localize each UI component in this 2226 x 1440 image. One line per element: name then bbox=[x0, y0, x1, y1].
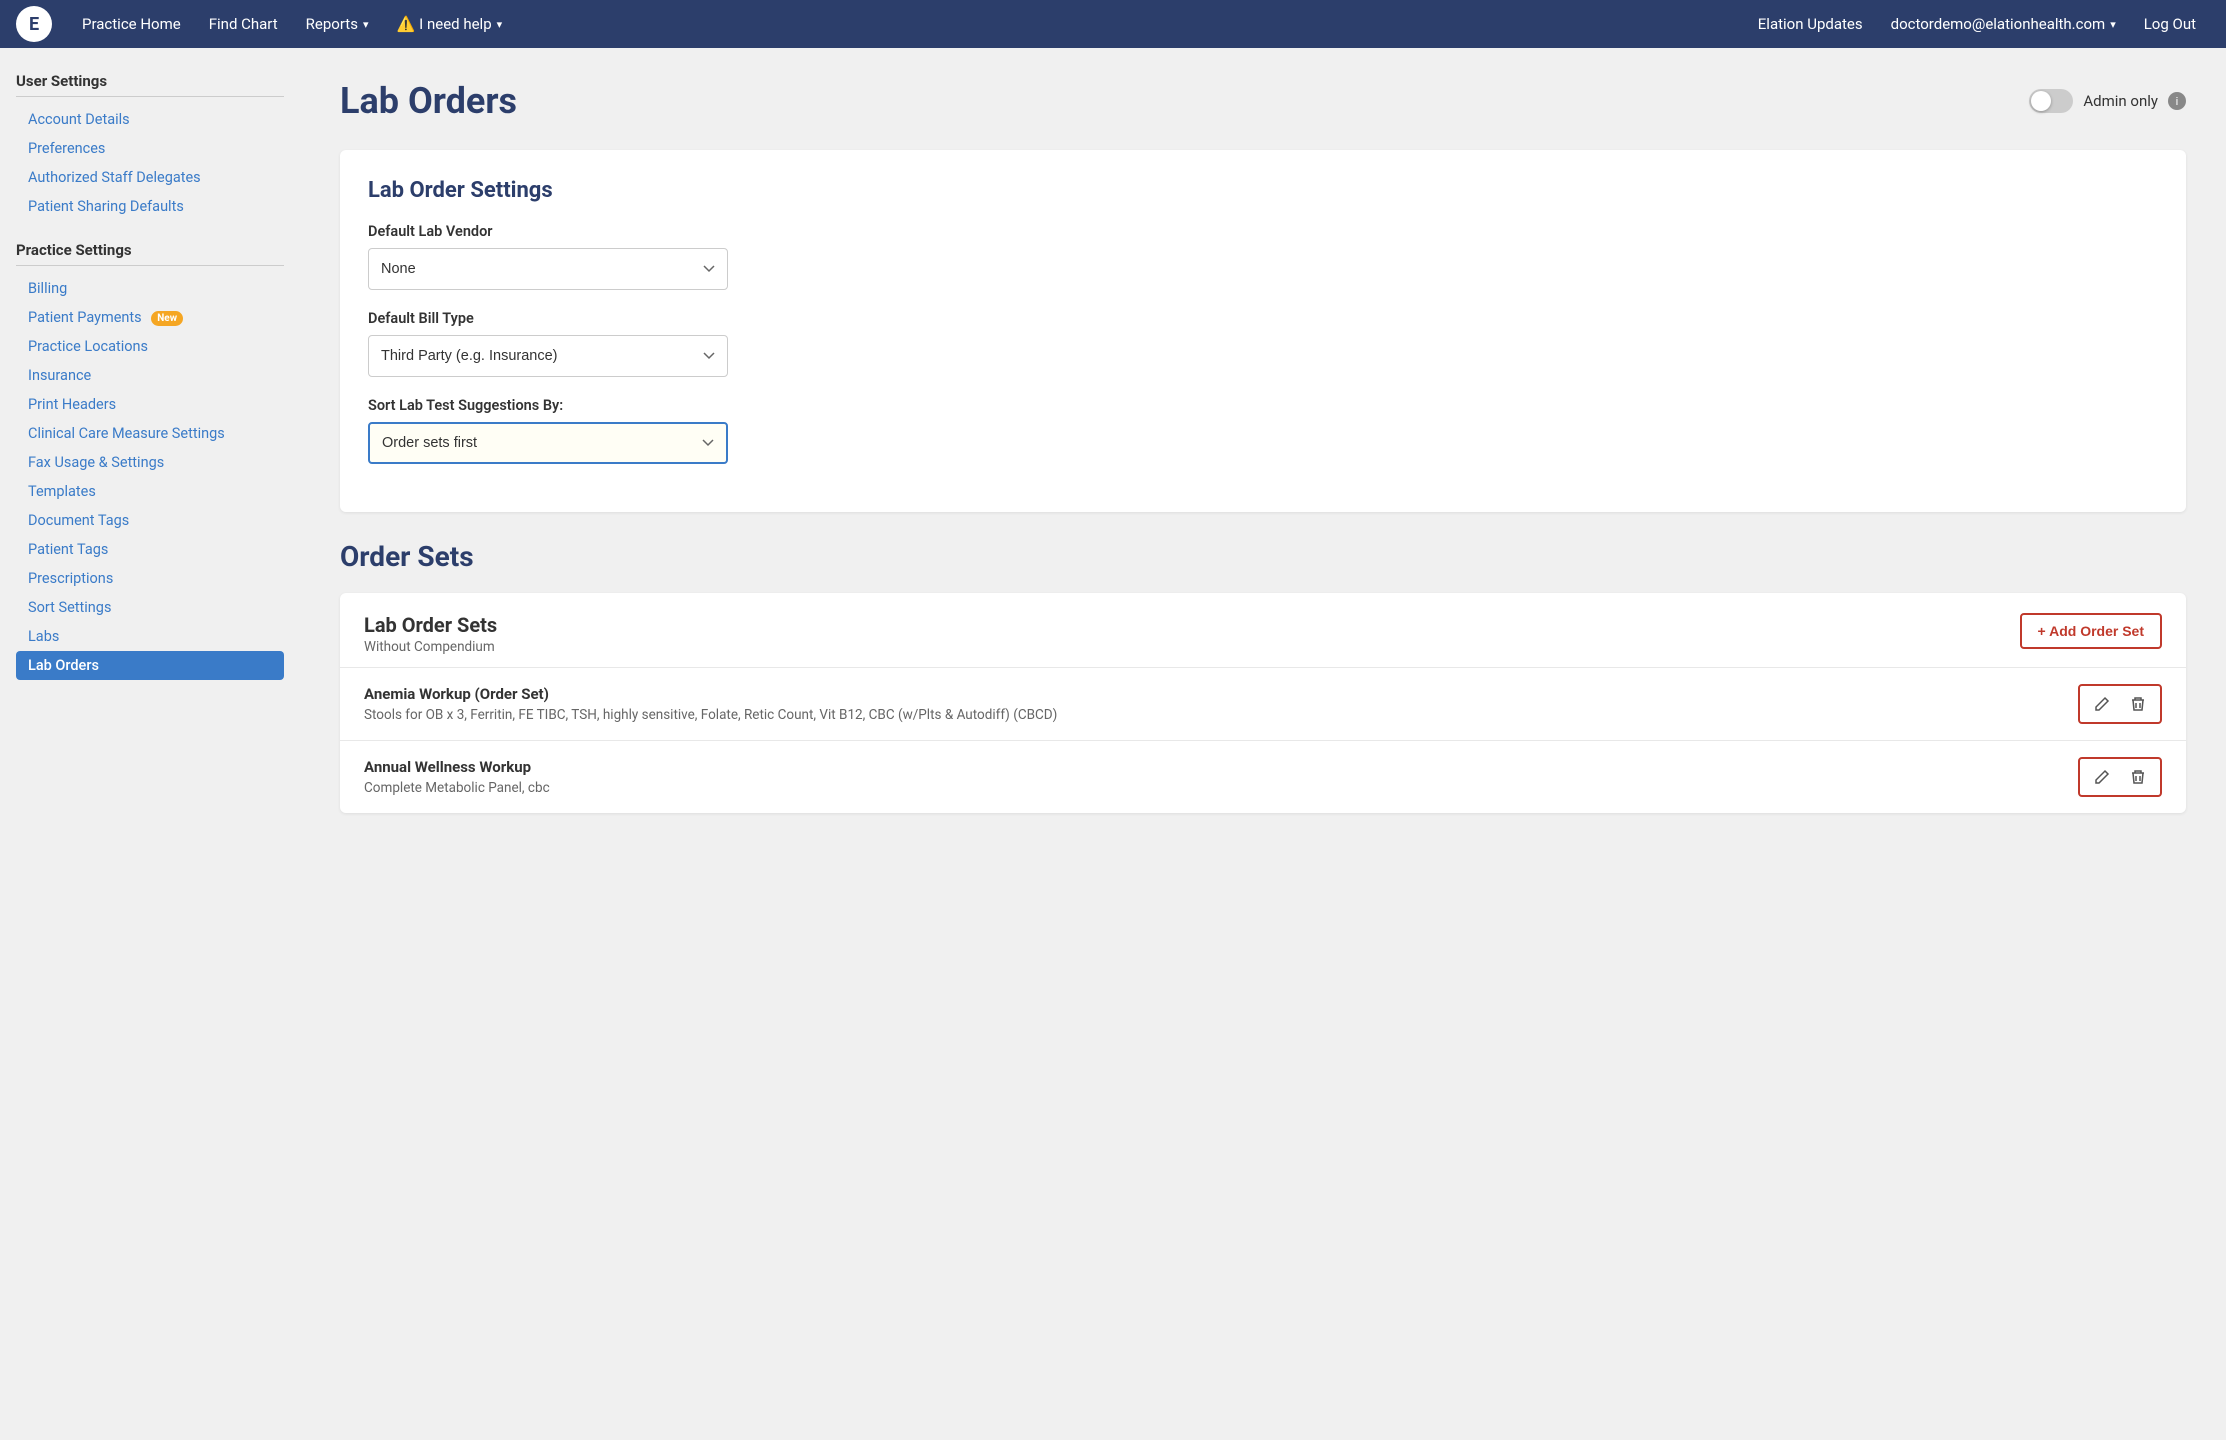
page-title: Lab Orders bbox=[340, 80, 517, 122]
order-set-description: Stools for OB x 3, Ferritin, FE TIBC, TS… bbox=[364, 707, 2062, 723]
admin-only-label: Admin only bbox=[2083, 92, 2158, 110]
sidebar-item-patient-payments[interactable]: Patient Payments New bbox=[16, 303, 284, 332]
default-bill-type-group: Default Bill Type Third Party (e.g. Insu… bbox=[368, 310, 2158, 377]
default-lab-vendor-group: Default Lab Vendor None Quest Diagnostic… bbox=[368, 223, 2158, 290]
order-set-row: Anemia Workup (Order Set) Stools for OB … bbox=[340, 668, 2186, 741]
nav-logout[interactable]: Log Out bbox=[2130, 0, 2210, 48]
default-bill-type-select[interactable]: Third Party (e.g. Insurance) Patient Cli… bbox=[368, 335, 728, 377]
nav-elation-updates[interactable]: Elation Updates bbox=[1744, 0, 1877, 48]
order-sets-card-title: Lab Order Sets bbox=[364, 613, 497, 637]
page-header: Lab Orders Admin only i bbox=[340, 80, 2186, 122]
sidebar-item-print-headers[interactable]: Print Headers bbox=[16, 390, 284, 419]
admin-only-row: Admin only i bbox=[2029, 89, 2186, 113]
sidebar: User Settings Account Details Preference… bbox=[0, 48, 300, 1440]
user-settings-heading: User Settings bbox=[16, 72, 284, 97]
nav-find-chart[interactable]: Find Chart bbox=[195, 0, 292, 48]
app-logo[interactable]: E bbox=[16, 6, 52, 42]
sidebar-item-labs[interactable]: Labs bbox=[16, 622, 284, 651]
admin-only-info-icon[interactable]: i bbox=[2168, 92, 2186, 110]
delete-order-set-icon[interactable] bbox=[2126, 765, 2150, 789]
sidebar-item-authorized-staff-delegates[interactable]: Authorized Staff Delegates bbox=[16, 163, 284, 192]
toggle-knob bbox=[2031, 91, 2051, 111]
sidebar-item-billing[interactable]: Billing bbox=[16, 274, 284, 303]
sidebar-item-fax-usage[interactable]: Fax Usage & Settings bbox=[16, 448, 284, 477]
lab-order-settings-title: Lab Order Settings bbox=[368, 178, 2158, 203]
add-order-set-button[interactable]: + Add Order Set bbox=[2020, 613, 2162, 649]
order-set-info: Anemia Workup (Order Set) Stools for OB … bbox=[364, 685, 2062, 723]
nav-reports[interactable]: Reports ▾ bbox=[292, 0, 383, 48]
nav-user-account[interactable]: doctordemo@elationhealth.com ▾ bbox=[1877, 0, 2130, 48]
warning-icon: ⚠️ bbox=[396, 15, 415, 33]
sort-suggestions-label: Sort Lab Test Suggestions By: bbox=[368, 397, 2158, 414]
order-set-info: Annual Wellness Workup Complete Metaboli… bbox=[364, 758, 2062, 796]
order-sets-heading: Order Sets bbox=[340, 540, 2186, 573]
sidebar-item-lab-orders[interactable]: Lab Orders bbox=[16, 651, 284, 680]
order-set-actions bbox=[2078, 684, 2162, 724]
lab-order-settings-card: Lab Order Settings Default Lab Vendor No… bbox=[340, 150, 2186, 512]
help-dropdown-icon: ▾ bbox=[497, 18, 503, 31]
edit-order-set-icon[interactable] bbox=[2090, 765, 2114, 789]
sidebar-item-preferences[interactable]: Preferences bbox=[16, 134, 284, 163]
sidebar-item-practice-locations[interactable]: Practice Locations bbox=[16, 332, 284, 361]
order-sets-header-left: Lab Order Sets Without Compendium bbox=[364, 613, 497, 655]
account-dropdown-icon: ▾ bbox=[2110, 18, 2116, 31]
order-set-description: Complete Metabolic Panel, cbc bbox=[364, 780, 2062, 796]
order-sets-header: Lab Order Sets Without Compendium + Add … bbox=[340, 593, 2186, 668]
logo-letter: E bbox=[29, 14, 39, 35]
top-navigation: E Practice Home Find Chart Reports ▾ ⚠️ … bbox=[0, 0, 2226, 48]
sidebar-item-patient-sharing-defaults[interactable]: Patient Sharing Defaults bbox=[16, 192, 284, 221]
nav-i-need-help[interactable]: ⚠️ I need help ▾ bbox=[382, 0, 516, 48]
order-sets-card: Lab Order Sets Without Compendium + Add … bbox=[340, 593, 2186, 813]
practice-settings-heading: Practice Settings bbox=[16, 241, 284, 266]
new-badge: New bbox=[151, 311, 183, 326]
main-container: User Settings Account Details Preference… bbox=[0, 48, 2226, 1440]
order-set-row: Annual Wellness Workup Complete Metaboli… bbox=[340, 741, 2186, 813]
sidebar-item-templates[interactable]: Templates bbox=[16, 477, 284, 506]
order-set-actions bbox=[2078, 757, 2162, 797]
edit-order-set-icon[interactable] bbox=[2090, 692, 2114, 716]
default-bill-type-label: Default Bill Type bbox=[368, 310, 2158, 327]
sidebar-item-prescriptions[interactable]: Prescriptions bbox=[16, 564, 284, 593]
default-lab-vendor-label: Default Lab Vendor bbox=[368, 223, 2158, 240]
sort-suggestions-group: Sort Lab Test Suggestions By: Order sets… bbox=[368, 397, 2158, 464]
nav-practice-home[interactable]: Practice Home bbox=[68, 0, 195, 48]
sidebar-item-patient-tags[interactable]: Patient Tags bbox=[16, 535, 284, 564]
order-set-name: Anemia Workup (Order Set) bbox=[364, 685, 2062, 703]
sidebar-item-sort-settings[interactable]: Sort Settings bbox=[16, 593, 284, 622]
order-sets-subtitle: Without Compendium bbox=[364, 639, 497, 655]
sidebar-item-document-tags[interactable]: Document Tags bbox=[16, 506, 284, 535]
sidebar-item-clinical-care-measure[interactable]: Clinical Care Measure Settings bbox=[16, 419, 284, 448]
sidebar-item-insurance[interactable]: Insurance bbox=[16, 361, 284, 390]
sort-suggestions-select[interactable]: Order sets first Alphabetical Most used bbox=[368, 422, 728, 464]
admin-only-toggle[interactable] bbox=[2029, 89, 2073, 113]
topnav-right: Elation Updates doctordemo@elationhealth… bbox=[1744, 0, 2210, 48]
delete-order-set-icon[interactable] bbox=[2126, 692, 2150, 716]
main-content: Lab Orders Admin only i Lab Order Settin… bbox=[300, 48, 2226, 1440]
reports-dropdown-icon: ▾ bbox=[363, 18, 369, 31]
default-lab-vendor-select[interactable]: None Quest Diagnostics LabCorp Other bbox=[368, 248, 728, 290]
order-set-name: Annual Wellness Workup bbox=[364, 758, 2062, 776]
sidebar-item-account-details[interactable]: Account Details bbox=[16, 105, 284, 134]
